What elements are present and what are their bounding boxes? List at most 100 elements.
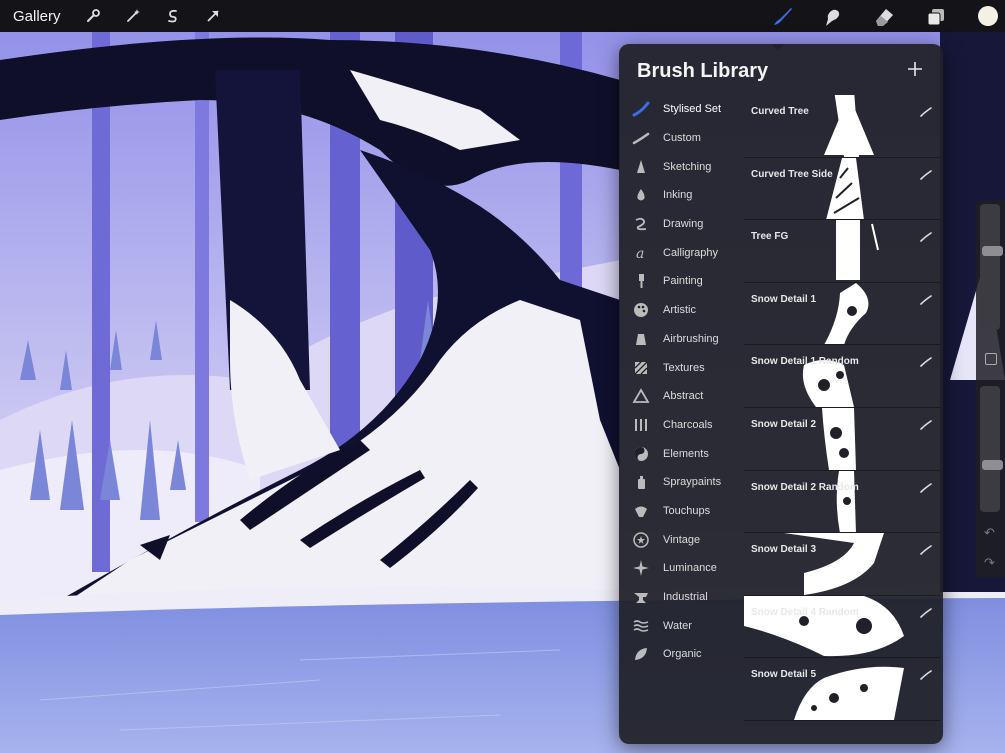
brush-set-calligraphy[interactable]: a Calligraphy	[619, 238, 743, 267]
brush-set-label: Sketching	[663, 160, 712, 173]
brush-name: Curved Tree Side	[751, 168, 833, 180]
brush-set-charcoals[interactable]: Charcoals	[619, 411, 743, 440]
magic-wand-icon[interactable]	[122, 5, 144, 27]
svg-text:a: a	[636, 246, 644, 262]
brush-row[interactable]: Snow Detail 1 Random	[744, 345, 940, 408]
brush-set-organic[interactable]: Organic	[619, 640, 743, 669]
brush-row[interactable]: Curved Tree	[744, 95, 940, 158]
brush-name: Snow Detail 5	[751, 669, 817, 681]
brush-set-sketching[interactable]: Sketching	[619, 152, 743, 181]
stroke-flag-icon	[920, 292, 932, 310]
brush-set-elements[interactable]: Elements	[619, 439, 743, 468]
brush-set-label: Textures	[663, 361, 705, 374]
transform-arrow-icon[interactable]	[202, 5, 224, 27]
selection-icon[interactable]	[162, 5, 184, 27]
brush-size-slider[interactable]	[980, 204, 1003, 330]
brush-name: Snow Detail 3	[751, 544, 817, 556]
brush-row[interactable]: Snow Detail 2	[744, 407, 940, 471]
brush-icon[interactable]	[770, 5, 794, 29]
pencil-tip-icon	[632, 158, 650, 176]
layers-icon[interactable]	[924, 5, 948, 29]
charcoal-sticks-icon	[632, 416, 650, 434]
stroke-flag-icon	[920, 605, 932, 623]
brush-row[interactable]: Snow Detail 1	[744, 282, 940, 346]
brush-row[interactable]: Snow Detail 4 Random	[744, 595, 940, 659]
triangle-icon	[632, 387, 650, 405]
anvil-icon	[632, 588, 650, 606]
brush-row[interactable]: Tree FG	[744, 220, 940, 283]
redo-icon[interactable]: ↷	[984, 555, 995, 571]
brush-row[interactable]: Snow Detail 5	[744, 658, 940, 721]
brush-stroke-preview	[784, 533, 884, 595]
brush-set-label: Industrial	[663, 591, 708, 604]
brush-set-industrial[interactable]: Industrial	[619, 583, 743, 612]
brush-set-label: Luminance	[663, 562, 717, 575]
modify-button[interactable]	[985, 353, 997, 365]
brush-set-vintage[interactable]: Vintage	[619, 525, 743, 554]
brush-set-abstract[interactable]: Abstract	[619, 382, 743, 411]
brush-set-touchups[interactable]: Touchups	[619, 497, 743, 526]
brush-stroke-preview	[802, 360, 854, 407]
brush-set-label: Airbrushing	[663, 332, 719, 345]
airbrush-icon	[632, 330, 650, 348]
color-picker-swatch[interactable]	[978, 6, 998, 26]
brush-set-label: Organic	[663, 648, 702, 661]
stroke-flag-icon	[920, 229, 932, 247]
brush-set-inking[interactable]: Inking	[619, 181, 743, 210]
brush-set-label: Elements	[663, 447, 709, 460]
brush-set-water[interactable]: Water	[619, 611, 743, 640]
brush-set-label: Painting	[663, 275, 703, 288]
brush-set-label: Water	[663, 619, 692, 632]
brush-set-luminance[interactable]: Luminance	[619, 554, 743, 583]
palette-icon	[632, 301, 650, 319]
yin-yang-icon	[632, 445, 650, 463]
brush-set-label: Spraypaints	[663, 476, 722, 489]
brush-list: Curved Tree Curved Tree Side Tree FG Snow D…	[744, 95, 940, 721]
brush-set-spraypaints[interactable]: Spraypaints	[619, 468, 743, 497]
brush-set-stylised-set[interactable]: Stylised Set	[619, 95, 743, 124]
gallery-button[interactable]: Gallery	[13, 8, 61, 25]
wrench-icon[interactable]	[82, 5, 104, 27]
top-toolbar: Gallery	[0, 0, 1005, 32]
waves-icon	[632, 617, 650, 635]
panel-title: Brush Library	[637, 60, 769, 82]
brush-size-slider-knob[interactable]	[982, 245, 1003, 256]
brush-name: Snow Detail 2 Random	[751, 481, 859, 493]
brush-set-airbrushing[interactable]: Airbrushing	[619, 325, 743, 354]
brush-set-drawing[interactable]: Drawing	[619, 210, 743, 239]
plus-icon[interactable]	[904, 58, 926, 80]
brush-row[interactable]: Snow Detail 2 Random	[744, 470, 940, 534]
brush-set-textures[interactable]: Textures	[619, 353, 743, 382]
brush-set-custom[interactable]: Custom	[619, 124, 743, 153]
brush-set-label: Touchups	[663, 504, 711, 517]
brush-name: Snow Detail 4 Random	[751, 606, 859, 618]
brush-set-label: Inking	[663, 189, 693, 202]
brush-set-label: Stylised Set	[663, 103, 722, 116]
brush-stroke-preview	[836, 220, 879, 281]
undo-icon[interactable]: ↶	[984, 525, 995, 541]
brush-set-label: Vintage	[663, 533, 701, 546]
stroke-flag-icon	[920, 167, 932, 185]
stroke-flag-icon	[920, 542, 932, 560]
brush-name: Tree FG	[751, 231, 789, 243]
brush-name: Snow Detail 1	[751, 293, 817, 305]
stroke-flag-icon	[920, 104, 932, 122]
calligraphy-a-icon: a	[632, 244, 650, 262]
eraser-icon[interactable]	[872, 5, 896, 29]
opacity-slider[interactable]	[980, 386, 1003, 512]
brush-set-painting[interactable]: Painting	[619, 267, 743, 296]
brush-set-artistic[interactable]: Artistic	[619, 296, 743, 325]
smudge-icon[interactable]	[820, 5, 844, 29]
brush-row[interactable]: Curved Tree Side	[744, 157, 940, 221]
brush-stroke-preview	[794, 667, 904, 720]
brush-name: Snow Detail 2	[751, 418, 817, 430]
squiggle-icon	[632, 215, 650, 233]
brush-library-panel: Brush Library Stylised Set Custom Sketchin…	[619, 44, 943, 744]
custom-stroke-icon	[632, 129, 650, 147]
paintbrush-icon	[632, 272, 650, 290]
opacity-slider-knob[interactable]	[982, 460, 1003, 471]
brush-set-label: Drawing	[663, 218, 704, 231]
brush-row[interactable]: Snow Detail 3	[744, 533, 940, 596]
brush-stroke-preview	[822, 407, 856, 470]
brush-stroke-preview	[836, 470, 856, 533]
